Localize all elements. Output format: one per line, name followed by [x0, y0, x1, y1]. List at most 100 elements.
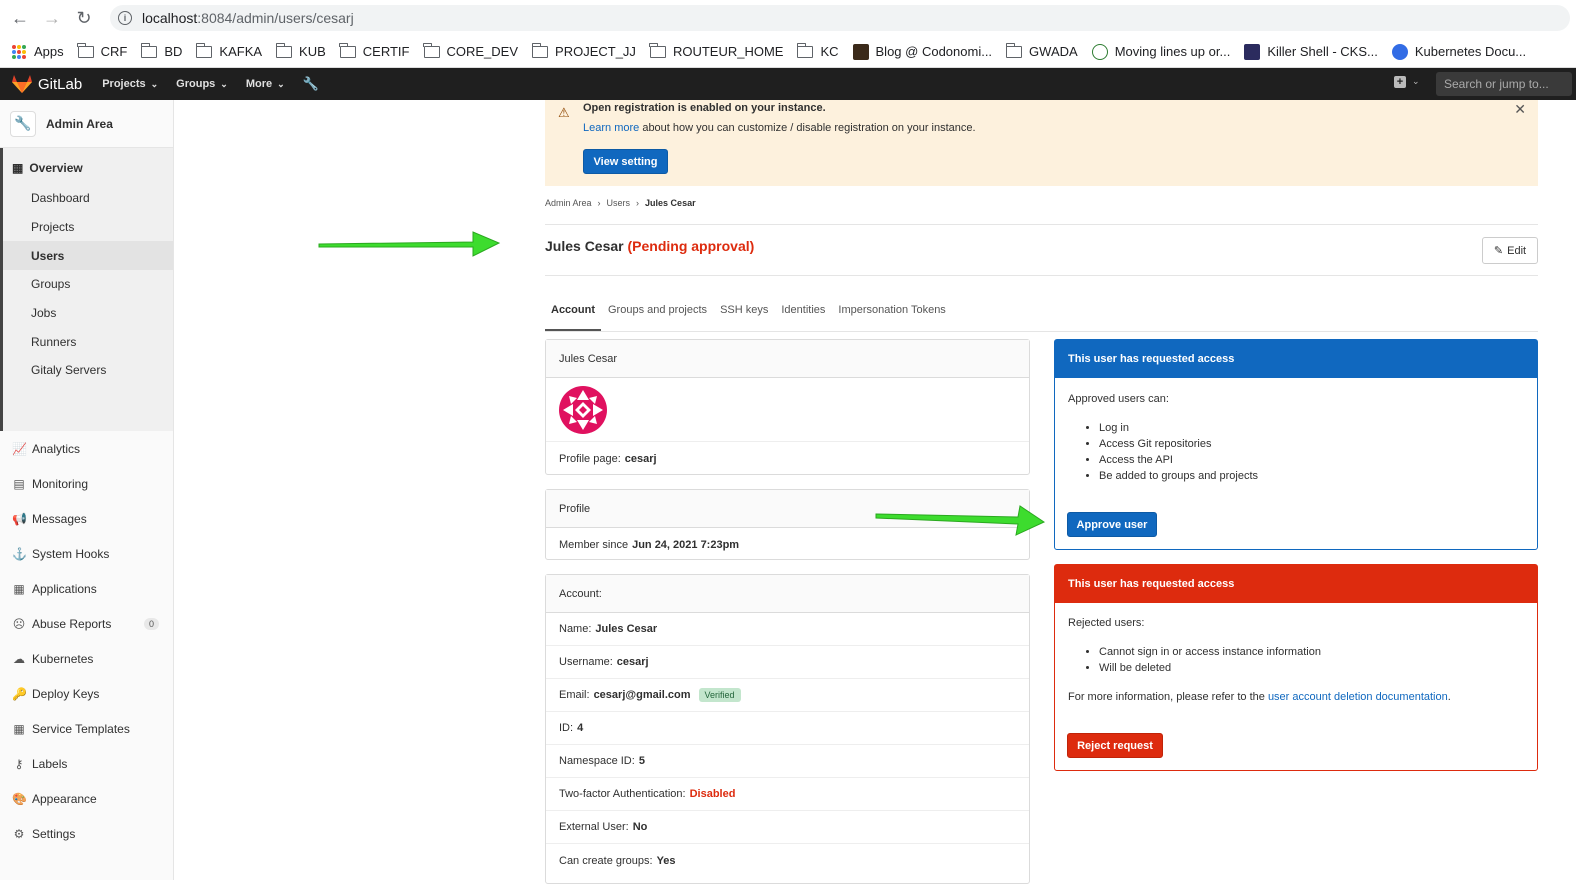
deletion-docs-link[interactable]: user account deletion documentation [1268, 691, 1448, 703]
sidebar-item-projects[interactable]: Projects [3, 213, 173, 242]
bookmark-kubernetes[interactable]: Kubernetes Docu... [1391, 43, 1526, 60]
namespace-id-row: Namespace ID: 5 [546, 745, 1029, 778]
bookmark-folder[interactable]: BD [140, 42, 182, 59]
sidebar-item-users[interactable]: Users [3, 241, 173, 271]
user-tabs: Account Groups and projects SSH keys Ide… [545, 300, 953, 331]
sidebar-item-kubernetes[interactable]: ☁ Kubernetes [0, 641, 173, 676]
sidebar-item-label: Overview [29, 161, 83, 175]
sidebar-item-messages[interactable]: 📢 Messages [0, 501, 173, 536]
bookmark-moving-lines[interactable]: Moving lines up or... [1091, 43, 1231, 60]
bookmark-label: GWADA [1029, 44, 1078, 59]
sidebar-item-deploy-keys[interactable]: 🔑 Deploy Keys [0, 676, 173, 711]
alert-text: Learn more about how you can customize /… [583, 122, 976, 134]
sidebar-item-system-hooks[interactable]: ⚓ System Hooks [0, 536, 173, 571]
row-value: cesarj [616, 656, 649, 668]
gitlab-logo[interactable]: GitLab [12, 75, 82, 93]
bookmark-blog[interactable]: Blog @ Codonomi... [852, 43, 992, 60]
bookmark-folder[interactable]: KC [796, 42, 839, 59]
tab-identities[interactable]: Identities [775, 300, 831, 331]
list-item: Will be deleted [1099, 662, 1321, 678]
learn-more-link[interactable]: Learn more [583, 122, 639, 134]
sidebar-item-overview[interactable]: ▦ Overview [3, 152, 173, 184]
sidebar-item-monitoring[interactable]: ▤ Monitoring [0, 466, 173, 501]
sidebar-item-gitaly-servers[interactable]: Gitaly Servers [3, 356, 173, 385]
new-item-icon[interactable]: + [1394, 76, 1406, 88]
bookmark-folder[interactable]: CRF [77, 42, 127, 59]
info-icon[interactable]: i [118, 11, 132, 25]
bookmark-apps[interactable]: Apps [12, 44, 64, 59]
view-setting-button[interactable]: View setting [583, 149, 668, 174]
sidebar-item-label: Analytics [32, 441, 81, 456]
id-row: ID: 4 [546, 712, 1029, 745]
bookmark-folder[interactable]: ROUTEUR_HOME [649, 42, 783, 59]
sidebar-item-applications[interactable]: ▦ Applications [0, 571, 173, 606]
sidebar-item-settings[interactable]: ⚙ Settings [0, 816, 173, 851]
sidebar-item-dashboard[interactable]: Dashboard [3, 184, 173, 213]
bookmark-label: KAFKA [219, 44, 263, 59]
reject-list: Cannot sign in or access instance inform… [1099, 646, 1321, 678]
folder-icon [531, 42, 549, 58]
tab-impersonation-tokens[interactable]: Impersonation Tokens [832, 300, 951, 331]
blog-favicon-icon [852, 43, 869, 60]
tab-account[interactable]: Account [545, 300, 601, 331]
profile-page-row: Profile page: cesarj [546, 442, 1029, 475]
bookmark-killer-shell[interactable]: Killer Shell - CKS... [1244, 43, 1378, 60]
sidebar-item-label: Kubernetes [32, 651, 94, 666]
row-value[interactable]: cesarj [625, 453, 657, 465]
more-info-text: For more information, please refer to th… [1068, 691, 1451, 703]
panel-intro: Approved users can: [1068, 393, 1169, 405]
sidebar-header[interactable]: 🔧 Admin Area [0, 100, 173, 148]
bookmark-folder[interactable]: PROJECT_JJ [531, 42, 636, 59]
sidebar-item-labels[interactable]: ⚷ Labels [0, 746, 173, 781]
breadcrumb-admin-area[interactable]: Admin Area [545, 198, 592, 208]
reject-request-button[interactable]: Reject request [1067, 733, 1163, 758]
sidebar-item-groups[interactable]: Groups [3, 270, 173, 299]
chevron-down-icon[interactable]: ⌄ [1412, 76, 1420, 87]
sidebar-item-runners[interactable]: Runners [3, 327, 173, 356]
bookmark-folder[interactable]: CERTIF [339, 42, 410, 59]
sidebar-item-analytics[interactable]: 📈 Analytics [0, 431, 173, 466]
edit-icon: ✎ [1493, 245, 1504, 257]
nav-more[interactable]: More ⌄ [246, 78, 285, 90]
bookmark-label: CORE_DEV [446, 44, 519, 59]
back-icon[interactable]: ← [4, 0, 36, 36]
row-value: Jules Cesar [595, 623, 658, 635]
can-create-groups-row: Can create groups: Yes [546, 844, 1029, 877]
sidebar-overview-section: ▦ Overview Dashboard Projects Users Group… [0, 148, 173, 431]
sidebar-item-abuse-reports[interactable]: ☹ Abuse Reports 0 [0, 606, 173, 641]
folder-icon [275, 42, 293, 58]
bookmark-folder[interactable]: KUB [275, 42, 326, 59]
breadcrumb-current[interactable]: Jules Cesar [645, 198, 696, 208]
tab-groups-and-projects[interactable]: Groups and projects [602, 300, 713, 331]
email-row: Email: cesarj@gmail.com Verified [546, 679, 1029, 712]
edit-button[interactable]: ✎ Edit [1482, 237, 1538, 264]
folder-icon [77, 42, 94, 58]
bookmark-label: Moving lines up or... [1114, 44, 1231, 59]
folder-icon [195, 42, 213, 58]
address-bar[interactable]: i localhost:8084/admin/users/cesarj [110, 5, 1570, 31]
search-input[interactable]: Search or jump to... [1436, 72, 1572, 96]
row-label: Username: [559, 656, 613, 668]
forward-icon[interactable]: → [36, 0, 68, 36]
close-icon[interactable]: ✕ [1514, 101, 1526, 118]
nav-groups[interactable]: Groups ⌄ [176, 78, 228, 90]
breadcrumb-users[interactable]: Users [607, 198, 631, 208]
admin-wrench-icon[interactable]: 🔧 [303, 76, 319, 92]
sidebar-item-service-templates[interactable]: ▦ Service Templates [0, 711, 173, 746]
tab-ssh-keys[interactable]: SSH keys [714, 300, 774, 331]
template-icon: ▦ [13, 721, 25, 736]
sidebar-item-label: Appearance [32, 791, 97, 806]
row-value: Jun 24, 2021 7:23pm [632, 538, 740, 551]
sidebar-item-jobs[interactable]: Jobs [3, 299, 173, 328]
sidebar-item-appearance[interactable]: 🎨 Appearance [0, 781, 173, 816]
folder-icon [339, 42, 356, 58]
nav-projects[interactable]: Projects ⌄ [102, 78, 158, 90]
cloud-icon: ☁ [13, 651, 25, 666]
approve-user-button[interactable]: Approve user [1067, 512, 1157, 537]
bookmark-label: Apps [34, 44, 64, 59]
bookmark-folder[interactable]: CORE_DEV [423, 42, 519, 59]
sidebar-item-label: Messages [32, 511, 87, 526]
reload-icon[interactable]: ↻ [68, 0, 100, 36]
bookmark-folder[interactable]: KAFKA [195, 42, 263, 59]
bookmark-folder[interactable]: GWADA [1005, 42, 1078, 59]
